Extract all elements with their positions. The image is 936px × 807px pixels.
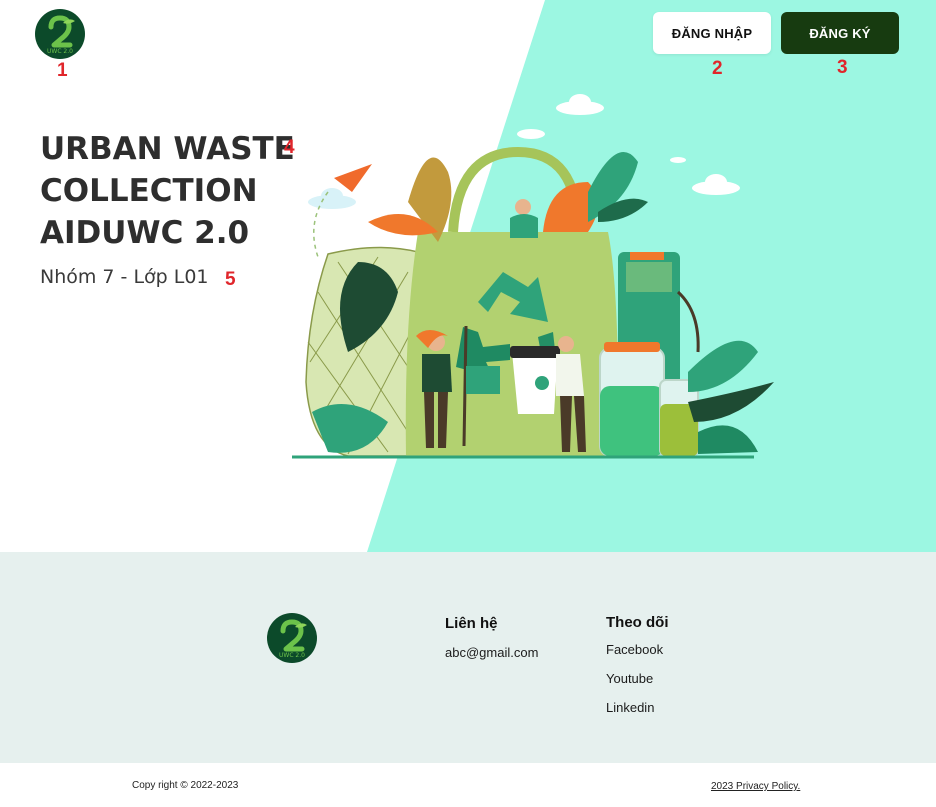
footer-logo-text: UWC 2.0 <box>279 652 305 659</box>
contact-title: Liên hệ <box>445 615 498 632</box>
hero-title-line-1: URBAN WASTE <box>40 131 295 167</box>
marker-5: 5 <box>225 269 236 290</box>
logo-text: UWC 2.0 <box>47 48 73 55</box>
linkedin-link[interactable]: Linkedin <box>606 700 654 715</box>
youtube-link[interactable]: Youtube <box>606 671 653 686</box>
privacy-policy-link[interactable]: 2023 Privacy Policy. <box>711 781 800 792</box>
footer-logo-icon[interactable]: UWC 2.0 <box>267 613 317 663</box>
marker-2: 2 <box>712 58 723 79</box>
hero-title-line-3: AIDUWC 2.0 <box>40 215 250 251</box>
follow-title: Theo dõi <box>606 614 669 631</box>
hero-subtitle: Nhóm 7 - Lớp L01 <box>40 266 209 288</box>
contact-email[interactable]: abc@gmail.com <box>445 645 538 660</box>
marker-3: 3 <box>837 57 848 78</box>
copyright-text: Copy right © 2022-2023 <box>132 780 239 791</box>
eco-shopping-bag-illustration <box>292 94 774 459</box>
hero-title: URBAN WASTE COLLECTION AIDUWC 2.0 <box>40 128 295 254</box>
bottom-bar: Copy right © 2022-2023 2023 Privacy Poli… <box>0 763 936 807</box>
marker-1: 1 <box>57 60 68 81</box>
hero-title-line-2: COLLECTION <box>40 173 258 209</box>
login-button[interactable]: ĐĂNG NHẬP <box>653 12 771 54</box>
paper-plane-icon <box>334 164 372 192</box>
footer: UWC 2.0 Liên hệ abc@gmail.com Theo dõi F… <box>0 552 936 763</box>
signup-button[interactable]: ĐĂNG KÝ <box>781 12 899 54</box>
hero-section: UWC 2.0 1 ĐĂNG NHẬP 2 ĐĂNG KÝ 3 URBAN WA… <box>0 0 936 552</box>
logo-icon[interactable]: UWC 2.0 <box>35 9 85 59</box>
facebook-link[interactable]: Facebook <box>606 642 663 657</box>
